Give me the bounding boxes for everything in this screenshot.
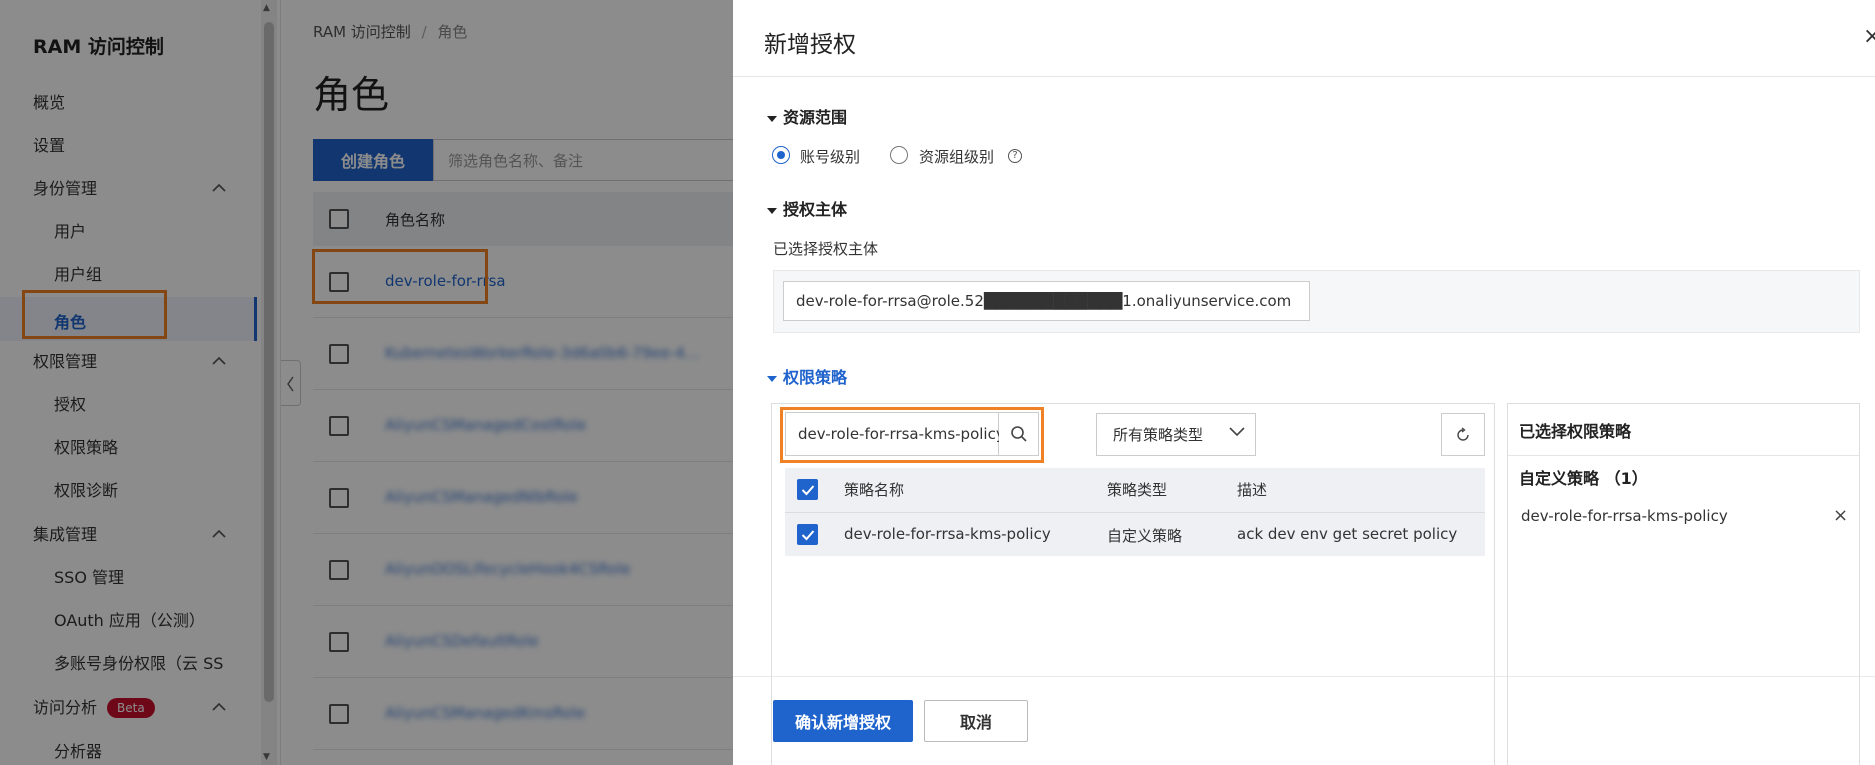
policy-table: 策略名称 策略类型 描述 dev-role-for-rrsa-kms-polic… bbox=[785, 468, 1485, 556]
check-icon bbox=[801, 484, 814, 495]
confirm-grant-button[interactable]: 确认新增授权 bbox=[773, 700, 913, 742]
drawer-title: 新增授权 bbox=[764, 32, 856, 58]
selected-panel-title: 已选择权限策略 bbox=[1519, 422, 1632, 441]
policy-name-cell: dev-role-for-rrsa-kms-policy bbox=[844, 525, 1051, 543]
radio-account-level[interactable] bbox=[772, 146, 790, 164]
modal-overlay[interactable] bbox=[0, 0, 733, 765]
highlight-search bbox=[780, 407, 1044, 463]
cancel-button[interactable]: 取消 bbox=[924, 700, 1028, 742]
select-all-checkbox[interactable] bbox=[797, 479, 818, 500]
caret-down-icon bbox=[767, 207, 777, 214]
column-description: 描述 bbox=[1237, 481, 1268, 499]
help-icon[interactable]: ? bbox=[1008, 149, 1022, 163]
selected-policies-panel bbox=[1507, 403, 1860, 765]
footer-divider bbox=[733, 676, 1875, 677]
refresh-button[interactable] bbox=[1441, 413, 1485, 456]
radio-resource-group-level-label[interactable]: 资源组级别 bbox=[919, 146, 994, 167]
policy-desc-cell: ack dev env get secret policy bbox=[1237, 525, 1458, 543]
radio-account-level-label[interactable]: 账号级别 bbox=[800, 146, 860, 167]
refresh-icon bbox=[1457, 426, 1469, 441]
selected-policy-item: dev-role-for-rrsa-kms-policy bbox=[1521, 507, 1728, 525]
section-policy[interactable]: 权限策略 bbox=[767, 364, 847, 388]
section-title: 权限策略 bbox=[783, 368, 848, 387]
caret-down-icon bbox=[767, 115, 777, 122]
remove-icon[interactable]: × bbox=[1833, 505, 1848, 526]
principal-label: 已选择授权主体 bbox=[773, 240, 879, 258]
policy-type-cell: 自定义策略 bbox=[1107, 527, 1183, 545]
row-checkbox[interactable] bbox=[797, 524, 818, 545]
principal-field: dev-role-for-rrsa@role.52████████████1.o… bbox=[783, 281, 1310, 321]
close-icon[interactable]: × bbox=[1863, 24, 1875, 49]
divider bbox=[733, 76, 1875, 77]
caret-down-icon bbox=[767, 375, 777, 382]
radio-resource-group-level[interactable] bbox=[890, 146, 908, 164]
section-resource-scope[interactable]: 资源范围 bbox=[767, 104, 847, 128]
section-title: 授权主体 bbox=[783, 200, 848, 219]
check-icon bbox=[801, 529, 814, 540]
column-policy-name: 策略名称 bbox=[844, 481, 905, 499]
column-policy-type: 策略类型 bbox=[1107, 481, 1168, 499]
chevron-down-icon[interactable] bbox=[1228, 426, 1246, 438]
add-permission-drawer: 新增授权 × 资源范围 账号级别 资源组级别 ? 授权主体 已选择授权主体 de… bbox=[733, 0, 1875, 765]
selected-group-label: 自定义策略 （1） bbox=[1519, 469, 1648, 488]
section-title: 资源范围 bbox=[783, 108, 848, 127]
section-principal[interactable]: 授权主体 bbox=[767, 196, 847, 220]
